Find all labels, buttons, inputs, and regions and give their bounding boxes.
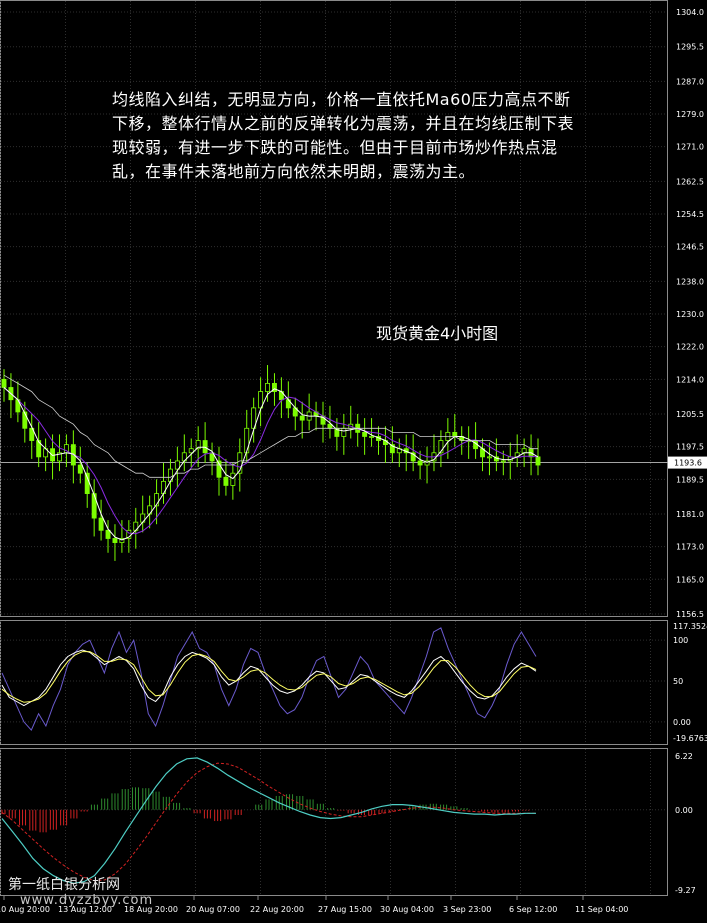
candle-body xyxy=(500,460,506,463)
price-tick-label: 1189.5 xyxy=(676,475,704,484)
candle-body xyxy=(417,460,423,466)
osc-tick-label: 50 xyxy=(673,677,683,686)
price-tick-label: 1304.0 xyxy=(676,8,704,17)
price-tick-label: 1238.0 xyxy=(676,277,704,286)
candle-body xyxy=(341,427,347,437)
time-tick-label: 11 Sep 04:00 xyxy=(575,905,628,914)
candle-body xyxy=(22,411,28,429)
candle-body xyxy=(369,436,375,438)
price-tick-label: 1246.5 xyxy=(676,243,704,252)
candle-body xyxy=(230,472,236,486)
price-tick-label: 1173.0 xyxy=(676,543,704,552)
current-price-label: 1193.6 xyxy=(674,459,702,468)
price-tick-label: 1222.0 xyxy=(676,343,704,352)
candle-body xyxy=(452,431,458,437)
candle-body xyxy=(535,456,541,466)
candle-body xyxy=(362,431,368,437)
price-tick-label: 1271.0 xyxy=(676,143,704,152)
price-tick-label: 1295.5 xyxy=(676,43,704,52)
candle-body xyxy=(299,415,305,421)
candle-body xyxy=(91,493,97,519)
candle-body xyxy=(112,538,118,543)
price-tick-label: 1197.5 xyxy=(676,443,704,452)
osc-tick-label: 0.00 xyxy=(673,718,691,727)
price-tick-label: 1254.5 xyxy=(676,210,704,219)
watermark-line2: www.dyzzbyy.com xyxy=(20,893,154,908)
price-tick-label: 1181.0 xyxy=(676,510,704,519)
macd-tick-label: 0.00 xyxy=(675,806,693,815)
candle-body xyxy=(244,427,250,454)
price-tick-label: 1165.0 xyxy=(676,575,704,584)
candle-body xyxy=(202,440,208,454)
time-tick-label: 6 Sep 12:00 xyxy=(509,905,557,914)
watermark-line1: 第一纸白银分析网 xyxy=(8,877,120,893)
time-tick-label: 20 Aug 07:00 xyxy=(186,905,240,914)
macd-tick-label: 6.22 xyxy=(675,752,693,761)
chart-title: 现货黄金4小时图 xyxy=(376,324,499,343)
candle-body xyxy=(521,448,527,454)
candle-body xyxy=(98,517,104,531)
price-tick-label: 1279.0 xyxy=(676,110,704,119)
annotation-text: 均线陷入纠结，无明显方向，价格一直依托Ma60压力高点不断下移，整体行情从之前的… xyxy=(112,90,575,181)
time-tick-label: 22 Aug 20:00 xyxy=(250,905,304,914)
candle-body xyxy=(1,378,7,388)
time-tick-label: 3 Sep 23:00 xyxy=(443,905,491,914)
macd-tick-label: -9.27 xyxy=(675,886,696,895)
candle-body xyxy=(77,464,83,474)
osc-tick-label: 117.3524 xyxy=(673,622,707,631)
candle-body xyxy=(265,383,270,392)
price-tick-label: 1205.5 xyxy=(676,410,704,419)
time-tick-label: 30 Aug 04:00 xyxy=(380,905,434,914)
time-tick-label: 27 Aug 15:00 xyxy=(318,905,372,914)
candle-body xyxy=(105,529,111,539)
price-tick-label: 1287.0 xyxy=(676,77,704,86)
price-tick-label: 1214.0 xyxy=(676,375,704,384)
osc-tick-label: 100 xyxy=(673,636,688,645)
price-tick-label: 1230.0 xyxy=(676,310,704,319)
price-tick-label: 1262.5 xyxy=(676,177,704,186)
candle-body xyxy=(487,456,492,459)
price-tick-label: 1156.5 xyxy=(676,610,704,619)
osc-tick-label: -19.6763 xyxy=(673,734,707,743)
candle-body xyxy=(223,476,229,486)
